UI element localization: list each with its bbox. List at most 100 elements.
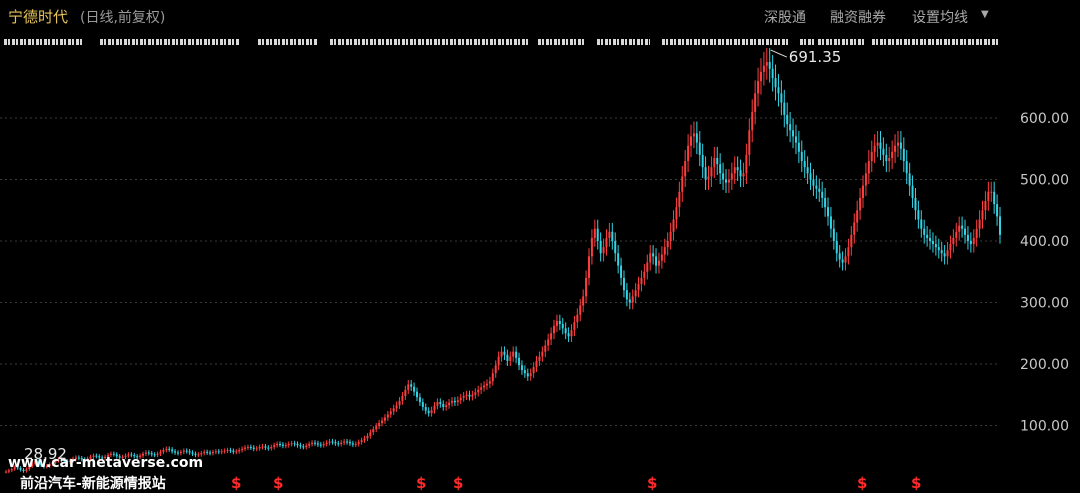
dividend-marker-icon[interactable]: $ <box>857 474 867 492</box>
candle <box>395 405 398 409</box>
candle <box>427 410 430 414</box>
candle <box>526 373 529 377</box>
candle <box>558 320 561 325</box>
candle <box>864 173 867 186</box>
candle <box>450 400 453 403</box>
candle <box>996 204 999 217</box>
candle <box>220 451 223 453</box>
candle <box>684 161 687 177</box>
candle <box>599 241 602 254</box>
candle <box>617 253 620 266</box>
candle <box>241 448 244 451</box>
candle <box>174 451 177 453</box>
candle <box>905 161 908 174</box>
candle <box>891 151 894 158</box>
candle <box>879 142 882 149</box>
candle <box>736 167 739 171</box>
candle <box>305 445 308 448</box>
dividend-marker-icon[interactable]: $ <box>231 474 241 492</box>
candle <box>722 173 725 180</box>
candle <box>631 296 634 303</box>
candle <box>255 448 258 450</box>
candle <box>847 247 850 257</box>
candle <box>162 450 165 452</box>
candle <box>620 265 623 278</box>
candle <box>302 446 305 448</box>
candle <box>535 360 538 368</box>
candle <box>520 365 523 371</box>
candle <box>238 450 241 452</box>
candle <box>663 247 666 255</box>
candle <box>999 216 1001 235</box>
candle <box>354 443 357 445</box>
candle <box>357 442 360 444</box>
candle <box>573 322 576 331</box>
candle <box>987 191 990 202</box>
candle <box>585 277 588 297</box>
candle <box>993 191 996 205</box>
candle <box>553 325 556 334</box>
candle <box>445 405 448 408</box>
candle <box>468 394 471 397</box>
candle <box>850 234 853 248</box>
candle <box>512 351 515 357</box>
candle <box>144 452 147 454</box>
candle <box>940 250 943 254</box>
candle <box>917 210 920 220</box>
candle <box>430 410 433 414</box>
candle <box>923 228 926 235</box>
candle <box>730 173 733 180</box>
dividend-marker-icon[interactable]: $ <box>416 474 426 492</box>
candle <box>771 68 774 79</box>
candle <box>366 435 369 439</box>
candle <box>637 284 640 291</box>
candle <box>392 408 395 412</box>
candle <box>308 443 311 446</box>
candle <box>550 333 553 340</box>
candle <box>343 441 346 443</box>
candle <box>165 448 168 451</box>
candle <box>710 167 713 177</box>
candle <box>859 197 862 211</box>
candle <box>835 241 838 254</box>
dividend-marker-icon[interactable]: $ <box>273 474 283 492</box>
candle <box>809 173 812 180</box>
candle <box>759 71 762 82</box>
candle <box>698 142 701 155</box>
candle <box>249 447 252 449</box>
dividend-marker-icon[interactable]: $ <box>647 474 657 492</box>
candle <box>634 290 637 297</box>
candle <box>876 142 879 146</box>
y-tick-label: 100.00 <box>1020 419 1069 435</box>
candle <box>299 445 302 447</box>
candle <box>841 259 844 263</box>
candlestick-chart[interactable]: 100.00 200.00 300.00 400.00 500.00 600.00 691… <box>0 0 1080 493</box>
candle <box>214 451 217 453</box>
candle <box>529 373 532 377</box>
candle <box>593 228 596 238</box>
candle <box>421 402 424 408</box>
candle <box>404 389 407 396</box>
candle <box>261 446 264 448</box>
candle <box>281 444 284 446</box>
candle <box>477 389 480 393</box>
candle <box>273 445 276 448</box>
candle <box>902 148 905 162</box>
candle <box>975 228 978 238</box>
candle <box>378 423 381 427</box>
candle <box>587 256 590 278</box>
candle <box>908 173 911 186</box>
candle <box>171 449 174 452</box>
candle <box>433 405 436 411</box>
dividend-marker-icon[interactable]: $ <box>911 474 921 492</box>
candle <box>340 442 343 444</box>
candle <box>319 444 322 446</box>
candle <box>485 383 488 386</box>
candle <box>439 402 442 404</box>
candle <box>176 452 179 454</box>
candle <box>824 197 827 208</box>
dividend-marker-icon[interactable]: $ <box>453 474 463 492</box>
candle <box>410 384 413 387</box>
candle <box>652 253 655 257</box>
candle <box>351 443 354 445</box>
